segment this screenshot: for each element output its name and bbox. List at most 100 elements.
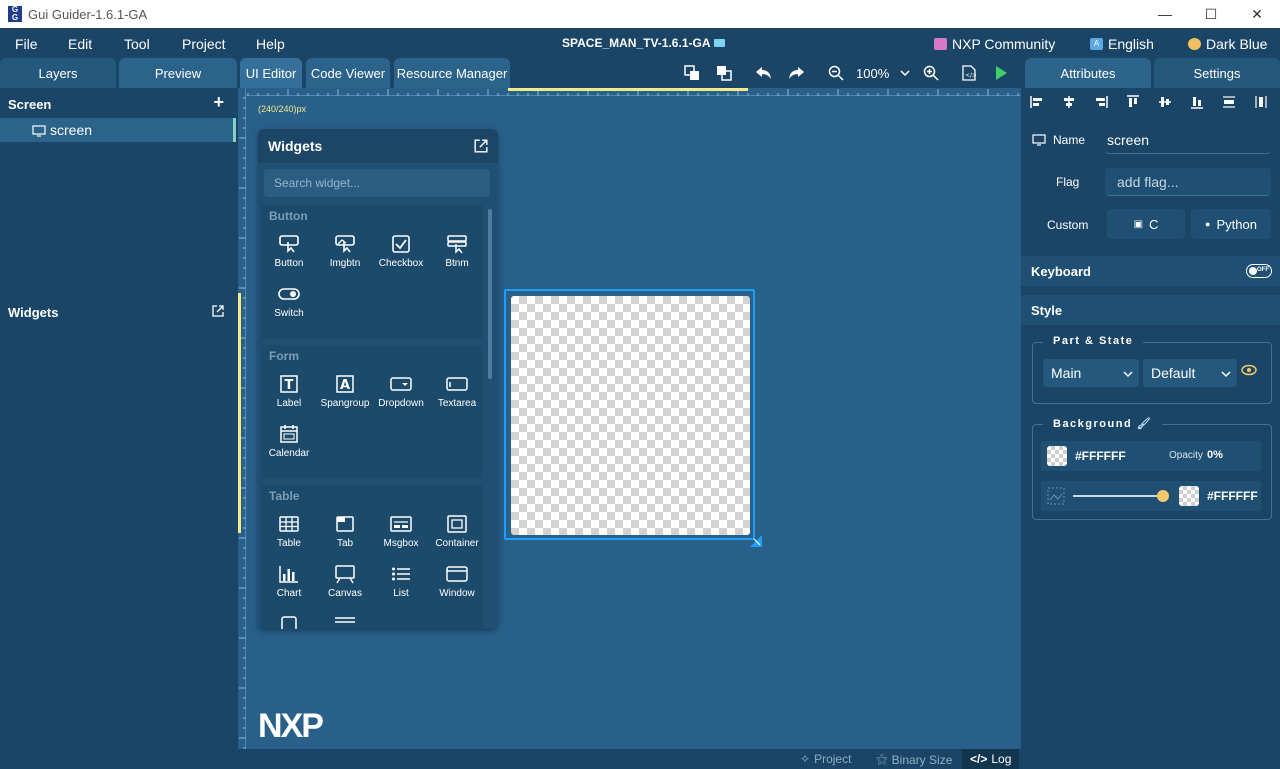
close-icon[interactable]: ✕ xyxy=(1234,0,1280,28)
align-right-icon[interactable] xyxy=(1085,95,1117,109)
add-screen-icon[interactable]: + xyxy=(213,92,224,113)
grad-color-value[interactable]: #FFFFFF xyxy=(1207,489,1258,503)
tab-resource-manager[interactable]: Resource Manager xyxy=(394,58,510,88)
opacity-value[interactable]: 0% xyxy=(1207,449,1223,461)
generate-code-icon[interactable]: </> xyxy=(957,61,981,85)
menu-project[interactable]: Project xyxy=(182,36,226,52)
container-widget-icon xyxy=(445,513,469,535)
zoom-in-icon[interactable] xyxy=(919,61,943,85)
align-top-icon[interactable] xyxy=(1117,95,1149,109)
widget-label[interactable]: T Label xyxy=(261,373,317,419)
widget-spangroup[interactable]: A Spangroup xyxy=(317,373,373,419)
flag-input[interactable]: add flag... xyxy=(1105,168,1271,196)
maximize-icon[interactable]: ☐ xyxy=(1188,0,1234,28)
menu-edit[interactable]: Edit xyxy=(68,36,92,52)
send-back-icon[interactable] xyxy=(712,61,736,85)
brush-icon: 🖌 xyxy=(1136,418,1153,430)
menu-file[interactable]: File xyxy=(15,36,38,52)
align-bottom-icon[interactable] xyxy=(1181,95,1213,109)
widget-more-partial[interactable] xyxy=(317,613,373,629)
eye-icon[interactable] xyxy=(1241,364,1257,379)
bg-color-value[interactable]: #FFFFFF xyxy=(1075,449,1126,463)
widget-container[interactable]: Container xyxy=(429,513,485,559)
align-center-h-icon[interactable] xyxy=(1053,95,1085,109)
status-binary-size[interactable]: ⚝ Binary Size xyxy=(876,752,952,767)
screen-list-item[interactable]: screen xyxy=(0,118,236,142)
keyboard-toggle[interactable]: OFF xyxy=(1246,264,1272,278)
minimize-icon[interactable]: — xyxy=(1142,0,1188,28)
spangroup-widget-icon: A xyxy=(333,373,357,395)
widget-switch[interactable]: Switch xyxy=(261,283,317,329)
chevron-down-icon xyxy=(1123,365,1133,381)
distribute-h-icon[interactable] xyxy=(1213,95,1245,109)
align-center-v-icon[interactable] xyxy=(1149,95,1181,109)
properties-panel: Attributes Settings Name screen Flag add… xyxy=(1021,58,1280,769)
flag-label: Flag xyxy=(1056,175,1080,189)
language-selector[interactable]: A English xyxy=(1090,36,1154,52)
widget-msgbox[interactable]: Msgbox xyxy=(373,513,429,559)
widget-button[interactable]: Button xyxy=(261,233,317,279)
code-icon: </> xyxy=(970,752,988,766)
custom-python-button[interactable]: ● Python xyxy=(1191,209,1271,239)
custom-label: Custom xyxy=(1047,218,1089,232)
widget-table[interactable]: Table xyxy=(261,513,317,559)
widget-btnm[interactable]: Btnm xyxy=(429,233,485,279)
widget-textarea[interactable]: Textarea xyxy=(429,373,485,419)
widget-checkbox[interactable]: Checkbox xyxy=(373,233,429,279)
widget-calendar[interactable]: Calendar xyxy=(261,423,317,469)
tab-layers[interactable]: Layers xyxy=(0,58,116,88)
run-simulator-icon[interactable] xyxy=(989,61,1013,85)
widget-group-button: Button Button Imgbtn Checkbox Btnm Switc… xyxy=(261,205,483,339)
widget-dropdown[interactable]: Dropdown xyxy=(373,373,429,419)
screen-preview[interactable] xyxy=(504,289,755,540)
widgets-palette-header: Widgets xyxy=(258,129,498,163)
widget-search-input[interactable]: Search widget... xyxy=(264,169,490,197)
widget-tab[interactable]: Tab xyxy=(317,513,373,559)
state-select[interactable]: Default xyxy=(1143,359,1237,387)
part-select[interactable]: Main xyxy=(1043,359,1139,387)
name-input[interactable]: screen xyxy=(1105,126,1271,154)
nxp-community-link[interactable]: NXP Community xyxy=(934,36,1055,52)
community-icon xyxy=(934,38,947,50)
widgets-scrollbar[interactable] xyxy=(488,209,492,379)
grad-color-swatch[interactable] xyxy=(1179,486,1199,506)
tab-preview[interactable]: Preview xyxy=(119,58,237,88)
gradient-slider-track[interactable] xyxy=(1073,495,1165,497)
zoom-out-icon[interactable] xyxy=(824,61,848,85)
layers-panel: Screen + Widgets xyxy=(0,88,238,769)
widget-more-partial[interactable] xyxy=(261,613,317,629)
tab-code-viewer[interactable]: Code Viewer xyxy=(306,58,390,88)
widget-canvas[interactable]: Canvas xyxy=(317,563,373,609)
design-canvas[interactable]: (240/240)px Widgets Search widget... But… xyxy=(238,88,1021,749)
status-log[interactable]: </> Log xyxy=(962,749,1020,769)
theme-selector[interactable]: Dark Blue xyxy=(1188,36,1267,52)
monitor-icon xyxy=(32,124,46,140)
window-titlebar: GG Gui Guider-1.6.1-GA — ☐ ✕ xyxy=(0,0,1280,28)
widget-imgbtn[interactable]: Imgbtn xyxy=(317,233,373,279)
undo-icon[interactable] xyxy=(752,61,776,85)
project-tree-icon: ✧ xyxy=(800,752,811,766)
widget-chart[interactable]: Chart xyxy=(261,563,317,609)
widget-window[interactable]: Window xyxy=(429,563,485,609)
widget-list[interactable]: List xyxy=(373,563,429,609)
status-project[interactable]: ✧ Project xyxy=(800,752,851,766)
tab-ui-editor[interactable]: UI Editor xyxy=(240,58,302,88)
bg-color-swatch[interactable] xyxy=(1047,446,1067,466)
popout-icon[interactable] xyxy=(212,305,224,320)
resize-handle-icon[interactable] xyxy=(750,535,762,547)
bring-front-icon[interactable] xyxy=(680,61,704,85)
popout-icon[interactable] xyxy=(474,139,488,156)
gradient-slider-knob[interactable] xyxy=(1157,490,1169,502)
menu-help[interactable]: Help xyxy=(256,36,285,52)
custom-c-button[interactable]: ▣ C xyxy=(1107,209,1185,239)
tab-settings[interactable]: Settings xyxy=(1154,58,1280,88)
distribute-v-icon[interactable] xyxy=(1245,95,1277,109)
image-placeholder-icon[interactable] xyxy=(1047,487,1065,508)
table-widget-icon xyxy=(277,513,301,535)
folder-icon[interactable] xyxy=(714,39,726,47)
zoom-dropdown-chevron-icon[interactable] xyxy=(893,61,917,85)
redo-icon[interactable] xyxy=(784,61,808,85)
tab-attributes[interactable]: Attributes xyxy=(1025,58,1151,88)
menu-tool[interactable]: Tool xyxy=(124,36,150,52)
align-left-icon[interactable] xyxy=(1021,95,1053,109)
